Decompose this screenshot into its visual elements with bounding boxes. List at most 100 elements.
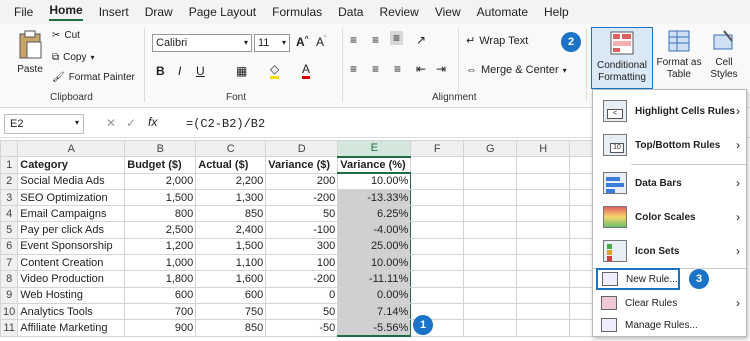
column-header-f[interactable]: F	[410, 139, 465, 158]
cell-e[interactable]: 25.00%	[337, 237, 412, 256]
corner-cell[interactable]	[0, 139, 19, 158]
name-box[interactable]: E2 ▾	[4, 114, 84, 134]
cell-f[interactable]	[410, 237, 465, 256]
cell-b[interactable]: 800	[124, 205, 197, 223]
cell-d[interactable]: 100	[265, 254, 339, 272]
cell-g[interactable]	[463, 237, 518, 256]
cell-c[interactable]: 750	[195, 302, 267, 321]
cell-b[interactable]: 1,500	[124, 188, 197, 207]
cell-h[interactable]	[516, 156, 571, 174]
cell-b[interactable]: 2,500	[124, 221, 197, 239]
orientation-icon[interactable]: ↗	[416, 33, 426, 47]
menu-item-manage-rules[interactable]: Manage Rules...	[593, 314, 748, 336]
cell-b[interactable]: 1,200	[124, 237, 197, 256]
conditional-formatting-button[interactable]: Conditional Formatting	[591, 27, 653, 89]
cell-g[interactable]	[463, 172, 518, 190]
menu-review[interactable]: Review	[379, 5, 418, 19]
cell-d[interactable]: -200	[265, 270, 339, 288]
cell-g[interactable]	[463, 286, 518, 304]
column-header-h[interactable]: H	[516, 139, 571, 158]
cut-button[interactable]: ✂ Cut	[52, 30, 80, 41]
column-header-b[interactable]: B	[124, 139, 197, 158]
cell-g[interactable]	[463, 156, 518, 174]
menu-page-layout[interactable]: Page Layout	[189, 5, 256, 19]
row-header[interactable]: 7	[0, 254, 19, 272]
column-header-e[interactable]: E	[337, 139, 412, 158]
menu-item-data-bars[interactable]: Data Bars ›	[593, 168, 748, 198]
cell-e[interactable]: -13.33%	[337, 188, 412, 207]
cell-a[interactable]: Affiliate Marketing	[17, 319, 126, 337]
align-middle-icon[interactable]: ≡	[372, 33, 379, 47]
cell-h[interactable]	[516, 286, 571, 304]
format-painter-button[interactable]: 🖌 Format Painter	[52, 72, 135, 83]
align-center-icon[interactable]: ≡	[372, 62, 379, 76]
cell-e[interactable]: -4.00%	[337, 221, 412, 239]
copy-button[interactable]: ⧉ Copy ▾	[52, 52, 95, 63]
menu-item-clear-rules[interactable]: Clear Rules ›	[593, 292, 748, 314]
cell-d[interactable]: -100	[265, 221, 339, 239]
cell-a[interactable]: Pay per click Ads	[17, 221, 126, 239]
menu-item-top-bottom-rules[interactable]: 10 Top/Bottom Rules ›	[593, 130, 748, 160]
menu-home[interactable]: Home	[49, 3, 83, 21]
cell-f[interactable]	[410, 205, 465, 223]
cell-c[interactable]: 1,300	[195, 188, 267, 207]
grow-font-icon[interactable]: A^	[296, 35, 309, 49]
underline-icon[interactable]: U	[196, 64, 205, 78]
cell-a[interactable]: Content Creation	[17, 254, 126, 272]
cell-f[interactable]	[410, 156, 465, 174]
cell-h[interactable]	[516, 254, 571, 272]
cell-a[interactable]: SEO Optimization	[17, 188, 126, 207]
cell-d[interactable]: -50	[265, 319, 339, 337]
merge-dropdown-icon[interactable]: ▾	[563, 66, 567, 75]
row-header[interactable]: 3	[0, 188, 19, 207]
shrink-font-icon[interactable]: Aˇ	[316, 35, 326, 49]
cell-d[interactable]: 50	[265, 302, 339, 321]
row-header[interactable]: 5	[0, 221, 19, 239]
cell-a[interactable]: Email Campaigns	[17, 205, 126, 223]
menu-data[interactable]: Data	[338, 5, 363, 19]
cell-f[interactable]	[410, 172, 465, 190]
cell-styles-button[interactable]: Cell Styles	[704, 29, 744, 81]
menu-insert[interactable]: Insert	[99, 5, 129, 19]
row-header[interactable]: 9	[0, 286, 19, 304]
cell-b[interactable]: 2,000	[124, 172, 197, 190]
cell-b[interactable]: 1,000	[124, 254, 197, 272]
cell-g[interactable]	[463, 302, 518, 321]
decrease-indent-icon[interactable]: ⇤	[416, 62, 426, 76]
font-size-combo[interactable]: 11 ▾	[254, 34, 290, 52]
row-header[interactable]: 6	[0, 237, 19, 256]
font-name-combo[interactable]: Calibri ▾	[152, 34, 252, 52]
cell-a[interactable]: Video Production	[17, 270, 126, 288]
menu-view[interactable]: View	[435, 5, 461, 19]
cell-d[interactable]: Variance ($)	[265, 156, 339, 174]
cell-b[interactable]: 600	[124, 286, 197, 304]
wrap-text-button[interactable]: ↵ Wrap Text	[466, 34, 528, 48]
cell-a[interactable]: Web Hosting	[17, 286, 126, 304]
menu-item-color-scales[interactable]: Color Scales ›	[593, 202, 748, 232]
cell-e[interactable]: -11.11%	[337, 270, 412, 288]
font-color-icon[interactable]: A	[302, 62, 311, 79]
menu-file[interactable]: File	[14, 5, 33, 19]
row-header[interactable]: 11	[0, 319, 19, 337]
cell-a[interactable]: Social Media Ads	[17, 172, 126, 190]
cell-c[interactable]: 2,400	[195, 221, 267, 239]
row-header[interactable]: 2	[0, 172, 19, 190]
column-header-g[interactable]: G	[463, 139, 518, 158]
cell-e[interactable]: 0.00%	[337, 286, 412, 304]
cell-c[interactable]: 1,100	[195, 254, 267, 272]
italic-icon[interactable]: I	[178, 64, 181, 78]
copy-dropdown-icon[interactable]: ▾	[91, 53, 95, 62]
cell-c[interactable]: 850	[195, 205, 267, 223]
cell-c[interactable]: 850	[195, 319, 267, 337]
cell-h[interactable]	[516, 172, 571, 190]
cell-e[interactable]: 7.14%	[337, 302, 412, 321]
cell-c[interactable]: 1,600	[195, 270, 267, 288]
cell-d[interactable]: 300	[265, 237, 339, 256]
cell-b[interactable]: Budget ($)	[124, 156, 197, 174]
bold-icon[interactable]: B	[156, 64, 165, 78]
menu-draw[interactable]: Draw	[145, 5, 173, 19]
column-header-d[interactable]: D	[265, 139, 339, 158]
cell-h[interactable]	[516, 319, 571, 337]
row-header[interactable]: 8	[0, 270, 19, 288]
cell-c[interactable]: 600	[195, 286, 267, 304]
